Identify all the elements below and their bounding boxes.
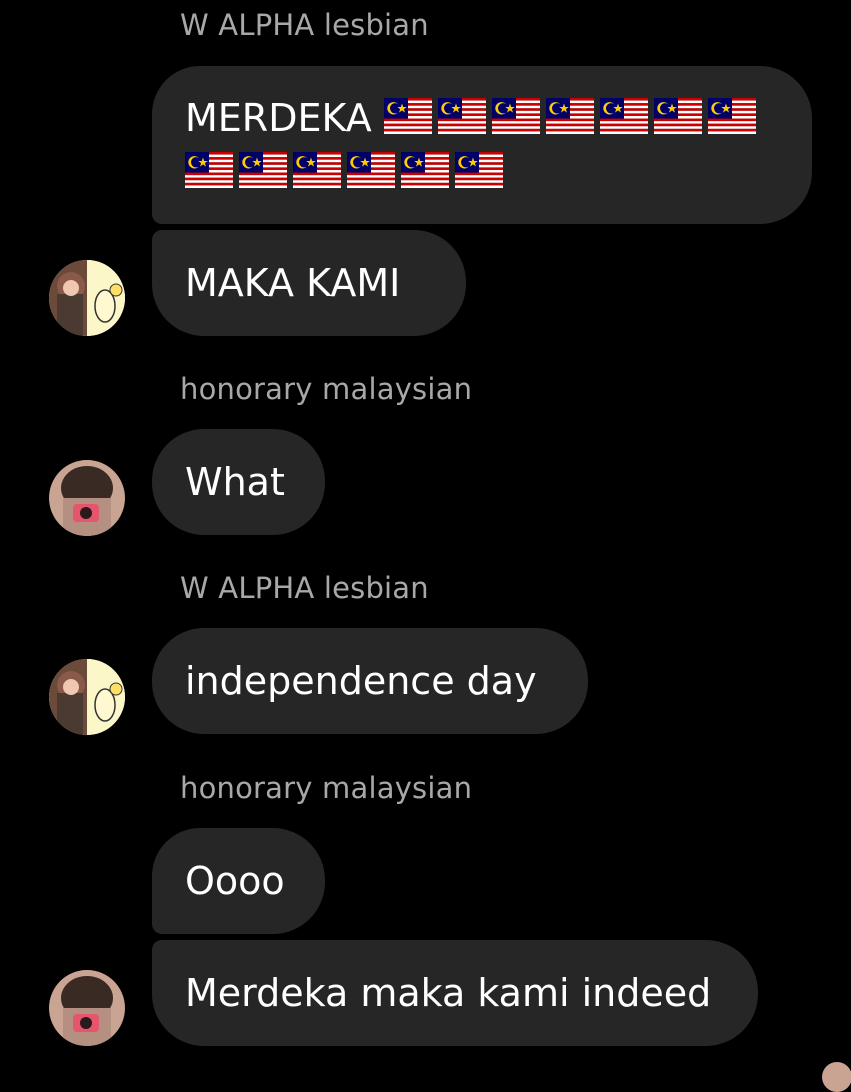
malaysia-flag-icon (599, 98, 648, 143)
flag-emoji-row (185, 152, 503, 197)
sender-name: W ALPHA lesbian (180, 571, 429, 605)
malaysia-flag-icon (437, 98, 486, 143)
malaysia-flag-icon (545, 98, 594, 143)
user-avatar[interactable] (49, 460, 125, 536)
user-avatar[interactable] (49, 659, 125, 735)
malaysia-flag-icon (185, 152, 233, 197)
user-avatar[interactable] (49, 970, 125, 1046)
avatar-image-icon (49, 970, 125, 1046)
flag-emoji-row (383, 98, 756, 143)
message-bubble[interactable]: Oooo (152, 828, 325, 934)
user-avatar[interactable] (49, 260, 125, 336)
sender-name: honorary malaysian (180, 372, 473, 406)
message-bubble[interactable]: What (152, 429, 325, 535)
sender-name: W ALPHA lesbian (180, 8, 429, 42)
message-text: MAKA KAMI (185, 261, 401, 305)
avatar-image-icon (49, 460, 125, 536)
sender-name: honorary malaysian (180, 771, 473, 805)
malaysia-flag-icon (491, 98, 540, 143)
malaysia-flag-icon (653, 98, 702, 143)
malaysia-flag-icon (401, 152, 449, 197)
avatar-image-icon (49, 659, 125, 735)
message-text: What (185, 460, 285, 504)
malaysia-flag-icon (347, 152, 395, 197)
avatar-image-icon (49, 260, 125, 336)
message-bubble[interactable]: MAKA KAMI (152, 230, 466, 336)
malaysia-flag-icon (293, 152, 341, 197)
message-bubble[interactable]: Merdeka maka kami indeed (152, 940, 758, 1046)
malaysia-flag-icon (707, 98, 756, 143)
malaysia-flag-icon (239, 152, 287, 197)
message-text: MERDEKA (185, 96, 372, 140)
malaysia-flag-icon (383, 98, 432, 143)
message-bubble[interactable]: MERDEKA (152, 66, 812, 224)
malaysia-flag-icon (455, 152, 503, 197)
message-text: Merdeka maka kami indeed (185, 971, 712, 1015)
message-text: Oooo (185, 859, 285, 903)
seen-avatar (822, 1062, 851, 1092)
message-bubble[interactable]: independence day (152, 628, 588, 734)
message-text: independence day (185, 659, 537, 703)
